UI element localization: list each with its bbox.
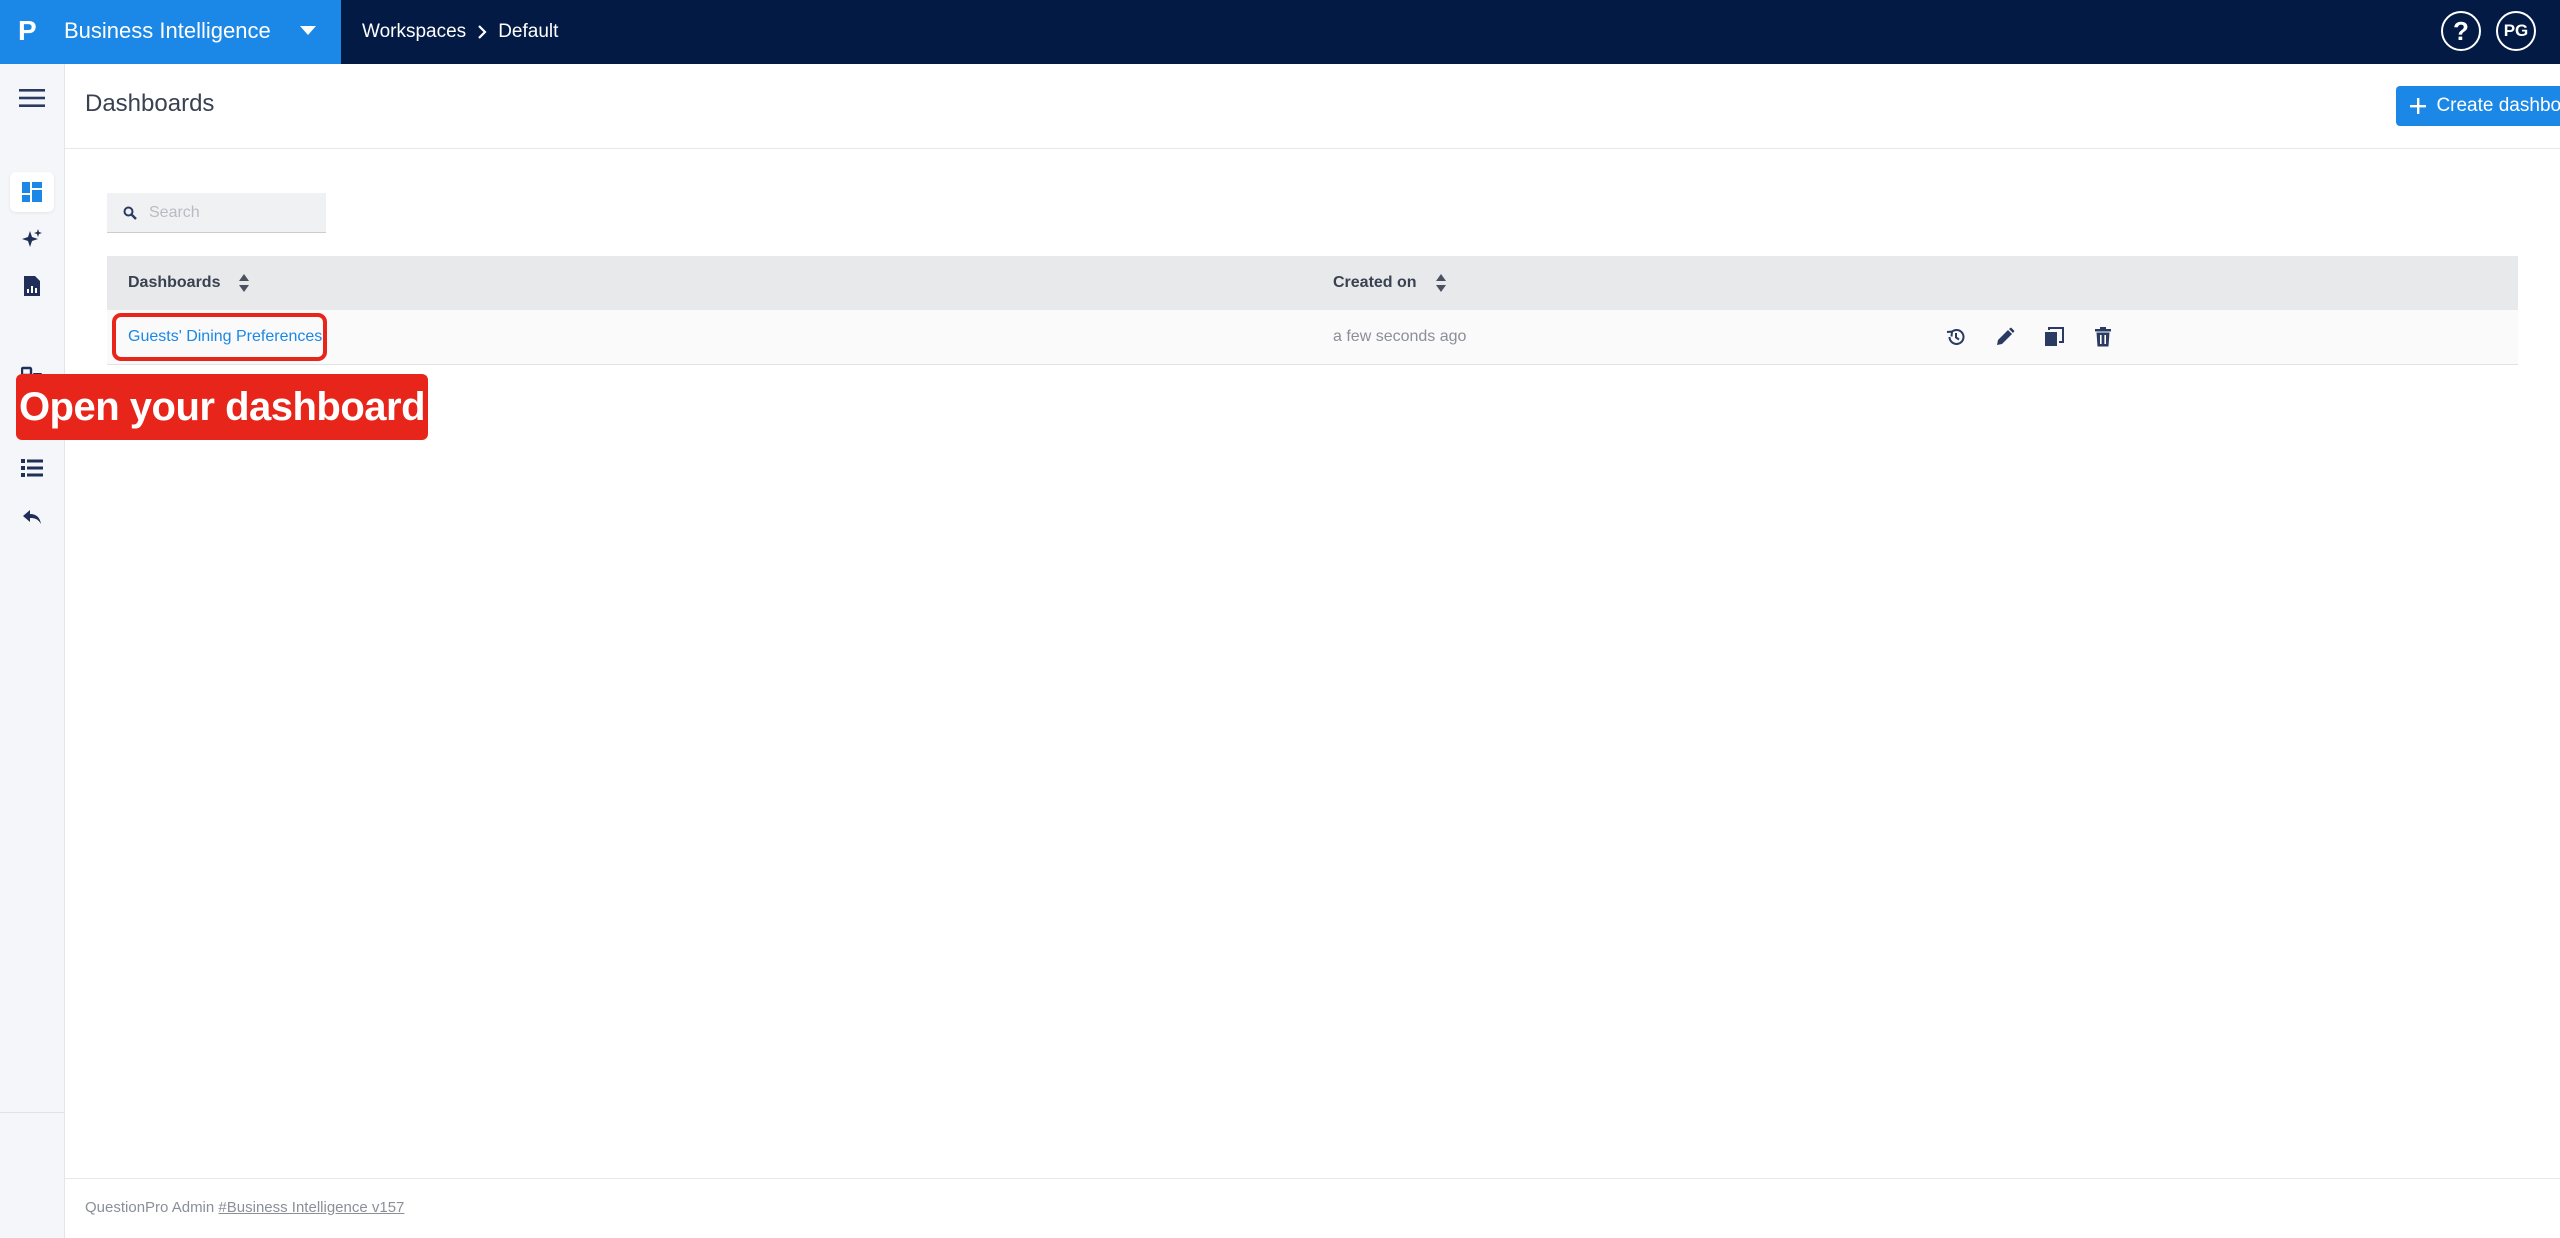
dashboard-link[interactable]: Guests' Dining Preferences [128,328,322,346]
created-on-value: a few seconds ago [1333,328,1467,345]
history-icon [1946,328,1965,345]
footer-text: QuestionPro Admin #Business Intelligence… [85,1199,404,1216]
sidebar-item-back[interactable] [10,497,54,537]
column-label: Dashboards [128,274,221,291]
breadcrumb-default: Default [498,21,559,42]
avatar[interactable]: PG [2496,11,2536,51]
footer: QuestionPro Admin #Business Intelligence… [65,1178,2560,1238]
row-actions [1945,310,2114,364]
table-row: Guests' Dining Preferences a few seconds… [107,310,2518,365]
edit-button[interactable] [1994,326,2016,348]
chevron-right-icon [476,24,488,40]
help-button[interactable]: ? [2441,11,2481,51]
sidebar [0,64,65,1238]
top-bar: P Business Intelligence Workspaces Defau… [0,0,2560,64]
column-label: Created on [1333,274,1417,291]
back-icon [23,510,41,524]
copy-icon [2045,327,2064,346]
dashboard-icon [22,182,42,202]
column-header-dashboards[interactable]: Dashboards [128,256,250,310]
logo: P [18,15,37,46]
table-header: Dashboards Created on [107,256,2518,310]
report-icon [24,276,40,296]
delete-icon [2095,327,2111,347]
history-button[interactable] [1945,326,1967,348]
edit-icon [1997,327,2015,345]
duplicate-button[interactable] [2043,326,2065,348]
breadcrumb: Workspaces Default [362,20,558,44]
sidebar-item-insights[interactable] [10,219,54,259]
sort-icon[interactable] [238,273,250,293]
plus-icon [2410,98,2427,114]
brand-switcher[interactable]: P Business Intelligence [0,0,341,64]
app-title: Business Intelligence [64,18,271,43]
footer-prefix: QuestionPro Admin [85,1199,215,1216]
create-dashboard-button[interactable]: Create dashboard [2396,86,2560,126]
footer-version-link[interactable]: #Business Intelligence v157 [218,1199,404,1216]
sidebar-item-lists[interactable] [10,448,54,488]
page-title: Dashboards [85,90,215,117]
caret-down-icon[interactable] [300,26,316,35]
search-icon [123,206,137,220]
delete-button[interactable] [2092,326,2114,348]
hamburger-icon [19,89,45,107]
menu-toggle[interactable] [10,78,54,118]
sidebar-item-dashboards[interactable] [10,172,54,212]
page-header: Dashboards Create dashboard [65,64,2560,149]
sidebar-divider [0,1112,65,1113]
sort-icon[interactable] [1435,273,1447,293]
tutorial-callout: Open your dashboard [16,374,428,440]
breadcrumb-workspaces[interactable]: Workspaces [362,21,466,43]
search-box [107,193,326,233]
create-dashboard-label: Create dashboard [2436,95,2560,116]
sidebar-item-reports[interactable] [10,266,54,306]
search-input[interactable] [147,202,311,223]
sparkle-icon [22,229,42,247]
dashboards-table: Dashboards Created on Guests' Dining Pre… [107,256,2518,365]
list-icon [21,459,43,477]
column-header-created-on[interactable]: Created on [1333,256,1447,310]
